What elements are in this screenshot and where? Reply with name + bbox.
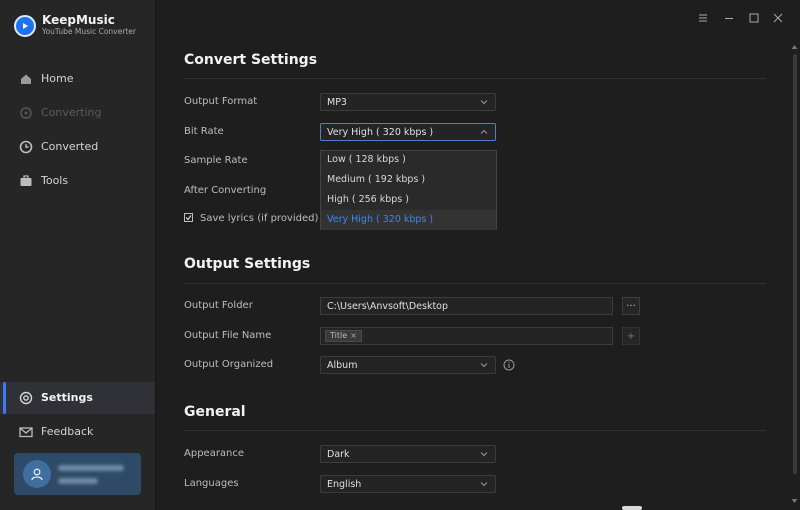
file-name-tag: Title × bbox=[325, 330, 362, 342]
app-subtitle: YouTube Music Converter bbox=[42, 27, 136, 36]
output-file-name-label: Output File Name bbox=[184, 330, 272, 341]
section-title-output: Output Settings bbox=[184, 256, 311, 272]
dropdown-option[interactable]: Low ( 128 kbps ) bbox=[327, 154, 406, 165]
more-icon: ··· bbox=[626, 300, 636, 312]
appearance-select[interactable]: Dark bbox=[320, 445, 496, 463]
chevron-down-icon bbox=[480, 363, 488, 368]
chevron-up-icon bbox=[480, 129, 488, 134]
divider bbox=[184, 430, 766, 431]
scroll-up-icon[interactable] bbox=[791, 44, 798, 50]
languages-select[interactable]: English bbox=[320, 475, 496, 493]
partial-element bbox=[622, 506, 642, 510]
remove-tag-icon[interactable]: × bbox=[350, 331, 357, 341]
sample-rate-label: Sample Rate bbox=[184, 155, 248, 166]
section-title-general: General bbox=[184, 404, 246, 420]
user-icon bbox=[31, 468, 43, 481]
redacted-username bbox=[58, 465, 124, 471]
select-value: Album bbox=[327, 360, 358, 371]
select-value: MP3 bbox=[327, 97, 347, 108]
scroll-down-icon[interactable] bbox=[791, 498, 798, 504]
sidebar: KeepMusic YouTube Music Converter Home C… bbox=[0, 0, 156, 510]
select-value: Very High ( 320 kbps ) bbox=[327, 127, 434, 138]
user-account-card[interactable] bbox=[14, 453, 141, 495]
converting-icon bbox=[20, 107, 32, 119]
output-organized-select[interactable]: Album bbox=[320, 356, 496, 374]
mail-icon bbox=[19, 427, 33, 438]
clock-icon bbox=[19, 140, 33, 154]
sidebar-item-label: Feedback bbox=[41, 425, 94, 438]
output-file-name-input[interactable]: Title × bbox=[320, 327, 613, 345]
output-organized-label: Output Organized bbox=[184, 359, 274, 370]
divider bbox=[184, 78, 766, 79]
scrollbar-thumb[interactable] bbox=[793, 54, 797, 474]
after-converting-label: After Converting bbox=[184, 185, 267, 196]
toolbox-icon bbox=[20, 175, 32, 186]
redacted-email bbox=[58, 478, 98, 484]
logo-icon bbox=[14, 14, 36, 37]
dropdown-option[interactable]: High ( 256 kbps ) bbox=[327, 194, 409, 205]
divider bbox=[184, 283, 766, 284]
home-icon bbox=[21, 74, 31, 84]
output-folder-input[interactable]: C:\Users\Anvsoft\Desktop bbox=[320, 297, 613, 315]
tag-label: Title bbox=[330, 331, 348, 340]
sidebar-item-settings[interactable]: Settings bbox=[0, 382, 155, 414]
sidebar-item-converting[interactable]: Converting bbox=[0, 97, 155, 129]
info-icon[interactable] bbox=[503, 359, 515, 371]
settings-icon bbox=[19, 391, 33, 405]
plus-icon: + bbox=[626, 330, 636, 342]
bit-rate-dropdown: Low ( 128 kbps ) Medium ( 192 kbps ) Hig… bbox=[320, 150, 497, 230]
chevron-down-icon bbox=[480, 100, 488, 105]
dropdown-option[interactable]: Medium ( 192 kbps ) bbox=[327, 174, 425, 185]
sidebar-item-label: Converting bbox=[41, 106, 102, 119]
output-folder-label: Output Folder bbox=[184, 300, 253, 311]
chevron-down-icon bbox=[480, 482, 488, 487]
app-name: KeepMusic bbox=[42, 13, 115, 27]
languages-label: Languages bbox=[184, 478, 239, 489]
chevron-down-icon bbox=[480, 452, 488, 457]
sidebar-item-tools[interactable]: Tools bbox=[0, 165, 155, 197]
output-format-select[interactable]: MP3 bbox=[320, 93, 496, 111]
output-format-label: Output Format bbox=[184, 96, 258, 107]
select-value: English bbox=[327, 479, 362, 490]
app-logo: KeepMusic YouTube Music Converter bbox=[14, 14, 136, 37]
sidebar-item-feedback[interactable]: Feedback bbox=[0, 416, 155, 448]
sidebar-item-label: Home bbox=[41, 72, 74, 85]
sidebar-item-label: Settings bbox=[41, 391, 93, 404]
save-lyrics-label: Save lyrics (if provided) bbox=[200, 213, 319, 224]
section-title-convert: Convert Settings bbox=[184, 52, 318, 68]
output-folder-value: C:\Users\Anvsoft\Desktop bbox=[327, 301, 449, 312]
sidebar-item-label: Converted bbox=[41, 140, 99, 153]
browse-folder-button[interactable]: ··· bbox=[622, 297, 640, 315]
dropdown-option-selected[interactable]: Very High ( 320 kbps ) bbox=[327, 214, 433, 225]
sidebar-item-home[interactable]: Home bbox=[0, 63, 155, 95]
bit-rate-label: Bit Rate bbox=[184, 126, 224, 137]
save-lyrics-checkbox[interactable] bbox=[184, 213, 193, 222]
settings-panel: Convert Settings Output Format MP3 Bit R… bbox=[156, 0, 800, 510]
select-value: Dark bbox=[327, 449, 350, 460]
checkmark-icon bbox=[185, 215, 192, 221]
appearance-label: Appearance bbox=[184, 448, 245, 459]
bit-rate-select[interactable]: Very High ( 320 kbps ) bbox=[320, 123, 496, 141]
sidebar-item-label: Tools bbox=[41, 174, 69, 187]
avatar bbox=[23, 460, 51, 488]
sidebar-item-converted[interactable]: Converted bbox=[0, 131, 155, 163]
add-tag-button[interactable]: + bbox=[622, 327, 640, 345]
